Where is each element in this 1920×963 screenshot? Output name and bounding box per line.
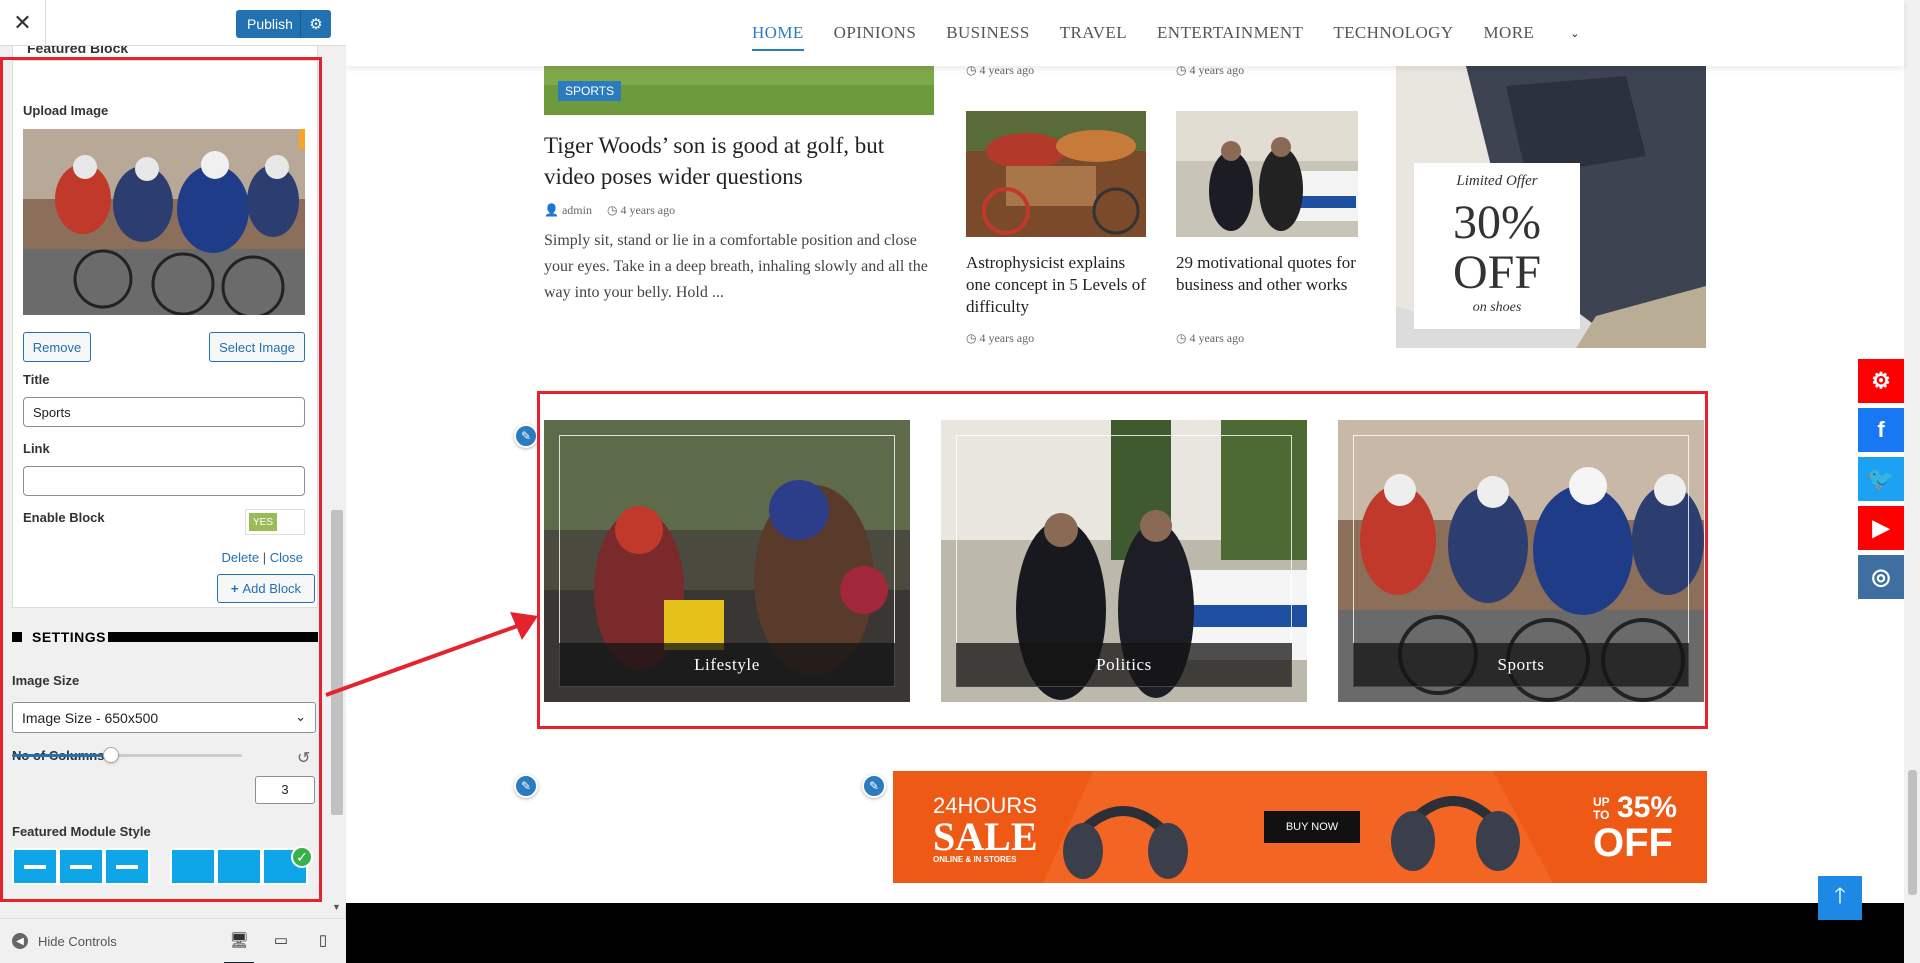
customizer-header: ✕ Publish ⚙ xyxy=(0,0,346,46)
facebook-icon[interactable]: f xyxy=(1858,408,1904,452)
hide-controls-button[interactable]: ◀ Hide Controls xyxy=(12,933,117,949)
close-icon[interactable]: ✕ xyxy=(0,0,46,46)
offer-line-4: on shoes xyxy=(1472,300,1522,315)
post-time: 4 years ago xyxy=(620,203,676,217)
clock-icon: ◷ xyxy=(606,203,618,217)
gear-icon[interactable]: ⚙ xyxy=(1858,359,1904,403)
edit-pencil-icon[interactable]: ✎ xyxy=(862,774,886,798)
site-footer xyxy=(346,903,1920,963)
customizer-footer: ◀ Hide Controls 🖥 ▭ ▯ xyxy=(0,918,346,963)
nav-item-business[interactable]: BUSINESS xyxy=(946,23,1030,43)
nav-item-home[interactable]: HOME xyxy=(752,23,804,51)
sale-ad-banner[interactable]: 24HOURS SALE ONLINE & IN STORES BUY NOW … xyxy=(893,771,1707,883)
preview-scrollbar-thumb[interactable] xyxy=(1908,770,1917,895)
ad-off: OFF xyxy=(1593,821,1673,865)
small-article-image[interactable] xyxy=(966,111,1146,237)
main-navigation: HOME OPINIONS BUSINESS TRAVEL ENTERTAINMENT T… xyxy=(346,0,1904,66)
publish-button[interactable]: Publish ⚙ xyxy=(236,10,331,38)
ad-percent: 35% xyxy=(1617,791,1678,824)
instagram-icon[interactable]: ◎ xyxy=(1858,555,1904,599)
nav-item-travel[interactable]: TRAVEL xyxy=(1060,23,1127,43)
user-icon: 👤 xyxy=(544,203,559,217)
scroll-to-top-button[interactable]: 🡑 xyxy=(1818,876,1862,920)
author-name[interactable]: admin xyxy=(562,203,592,217)
nav-item-opinions[interactable]: OPINIONS xyxy=(834,23,917,43)
time-text: 4 years ago xyxy=(1189,331,1245,345)
nav-item-technology[interactable]: TECHNOLOGY xyxy=(1333,23,1453,43)
chevron-down-icon[interactable]: ⌄ xyxy=(1570,27,1579,40)
offer-off: OFF xyxy=(1452,246,1542,299)
ad-sale: SALE xyxy=(933,814,1038,859)
buy-now-button[interactable]: BUY NOW xyxy=(1264,811,1360,843)
publish-label[interactable]: Publish xyxy=(236,16,300,32)
category-tag[interactable]: SPORTS xyxy=(558,81,622,101)
youtube-icon[interactable]: ▶ xyxy=(1858,506,1904,550)
collapse-icon: ◀ xyxy=(12,933,28,949)
ad-to: TO xyxy=(1593,808,1610,822)
edit-pencil-icon[interactable]: ✎ xyxy=(514,774,538,798)
main-article-title[interactable]: Tiger Woods’ son is good at golf, but vi… xyxy=(544,130,934,192)
small-article-title[interactable]: 29 motivational quotes for business and … xyxy=(1176,252,1361,296)
offer-percent: 30% xyxy=(1453,196,1541,249)
edit-pencil-icon[interactable]: ✎ xyxy=(514,424,538,448)
article-time: ◷ 4 years ago xyxy=(966,331,1034,346)
main-article-excerpt: Simply sit, stand or lie in a comfortabl… xyxy=(544,232,928,301)
market-bike-image xyxy=(966,111,1146,237)
small-article-image[interactable] xyxy=(1176,111,1358,237)
nav-item-entertainment[interactable]: ENTERTAINMENT xyxy=(1157,23,1303,43)
gear-icon[interactable]: ⚙ xyxy=(300,10,331,38)
ad-online: ONLINE & IN STORES xyxy=(933,855,1017,864)
offer-line-1: Limited Offer xyxy=(1456,173,1538,189)
mobile-icon[interactable]: ▯ xyxy=(308,931,338,949)
offer-card[interactable]: Limited Offer 30% OFF on shoes xyxy=(1414,163,1580,329)
scroll-down-icon[interactable]: ▼ xyxy=(332,902,341,912)
hide-controls-label: Hide Controls xyxy=(38,933,117,949)
featured-block-title: Featured Block xyxy=(27,46,129,56)
clock-icon: ◷ xyxy=(1176,331,1190,345)
nav-item-more[interactable]: MORE xyxy=(1484,23,1535,43)
main-article-meta: 👤 admin ◷ 4 years ago xyxy=(544,203,675,218)
time-text: 4 years ago xyxy=(979,331,1035,345)
police-image xyxy=(1176,111,1358,237)
screen: ✕ Publish ⚙ Featured Block ▼ Upload Imag… xyxy=(0,0,1920,963)
twitter-icon[interactable]: 🐦 xyxy=(1858,457,1904,501)
panel-scrollbar-thumb[interactable] xyxy=(331,510,343,815)
desktop-icon[interactable]: 🖥 xyxy=(224,931,254,949)
ad-up: UP xyxy=(1593,795,1610,809)
clock-icon: ◷ xyxy=(966,331,980,345)
tablet-icon[interactable]: ▭ xyxy=(266,931,296,949)
small-article-title[interactable]: Astrophysicist explains one concept in 5… xyxy=(966,252,1151,318)
annotation-panel-box xyxy=(0,57,322,902)
annotation-featured-box xyxy=(537,391,1708,729)
article-time: ◷ 4 years ago xyxy=(1176,331,1244,346)
